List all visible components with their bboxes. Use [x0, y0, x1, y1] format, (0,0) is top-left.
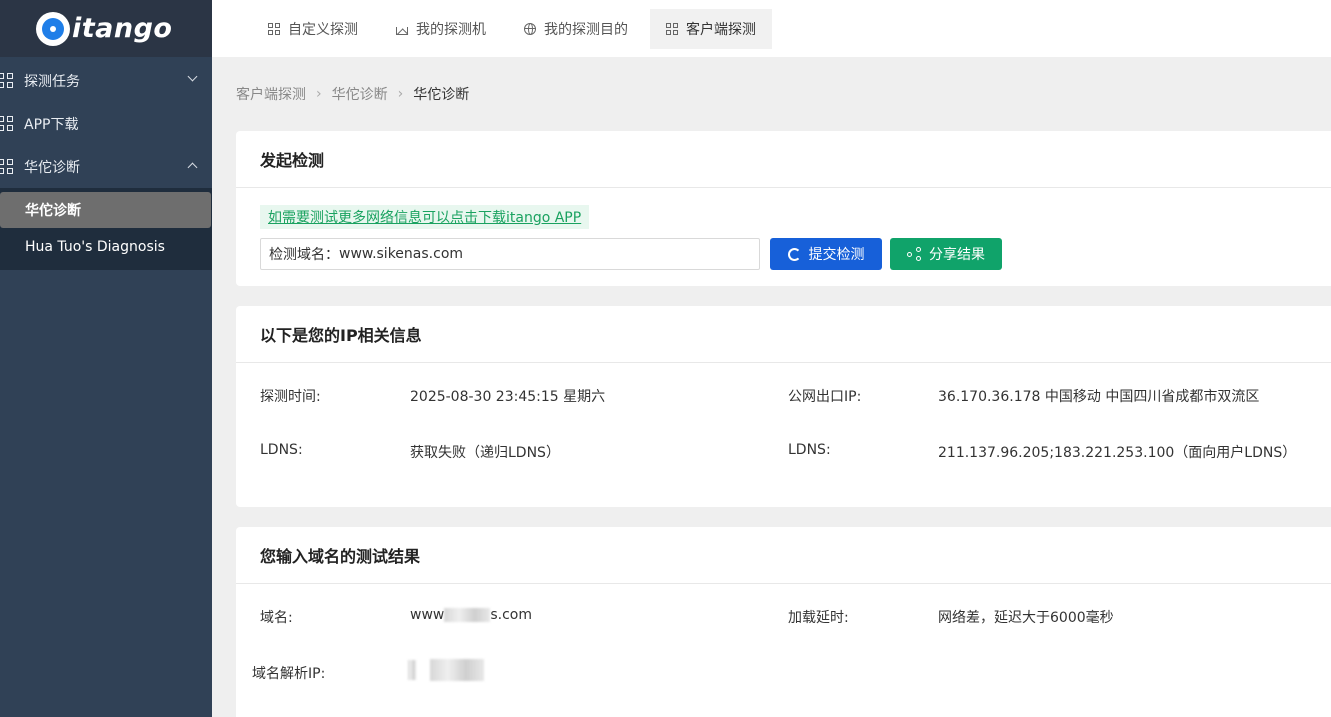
ldns-value: 获取失败（递归LDNS）	[410, 445, 560, 461]
chevron-up-icon	[187, 162, 198, 173]
submit-detect-button[interactable]: 提交检测	[770, 238, 882, 270]
ldns-user-value: 211.137.96.205;183.221.253.100（面向用户LDNS）	[938, 445, 1297, 461]
chevron-down-icon	[187, 71, 198, 82]
redacted-block	[444, 608, 491, 622]
share-result-button[interactable]: 分享结果	[890, 238, 1002, 270]
grid-icon	[0, 115, 14, 132]
tab-my-probes[interactable]: 我的探测机	[380, 9, 502, 49]
ldns-label: LDNS:	[260, 442, 303, 458]
share-icon	[907, 247, 921, 261]
sidebar: itango 探测任务 APP下载 华佗诊断 华佗诊断 Hua Tuo's Di…	[0, 0, 212, 717]
card-title: 您输入域名的测试结果	[236, 527, 1331, 584]
menu-item-label: APP下载	[24, 116, 79, 133]
tab-my-targets[interactable]: 我的探测目的	[508, 9, 644, 49]
load-delay-label: 加载延时:	[788, 610, 849, 626]
breadcrumb-current: 华佗诊断	[413, 87, 470, 103]
grid-icon	[666, 22, 678, 35]
load-delay-value: 网络差，延迟大于6000毫秒	[938, 610, 1114, 626]
breadcrumb: 客户端探测 › 华佗诊断 › 华佗诊断	[236, 84, 469, 104]
grid-icon	[0, 72, 14, 89]
domain-input[interactable]: 检测域名： www.sikenas.com	[260, 238, 760, 270]
download-app-link[interactable]: 如需要测试更多网络信息可以点击下载itango APP	[260, 205, 590, 229]
probe-time-value: 2025-08-30 23:45:15 星期六	[410, 389, 606, 405]
menu-item-label: 华佗诊断	[24, 159, 80, 176]
domain-prefix: www	[410, 607, 445, 623]
globe-icon	[524, 22, 536, 35]
public-ip-label: 公网出口IP:	[788, 389, 862, 405]
tab-label: 我的探测机	[416, 21, 486, 38]
redacted-block	[408, 660, 416, 680]
submenu-item-huatuo-diagnosis-en[interactable]: Hua Tuo's Diagnosis	[0, 228, 212, 266]
menu-item-label: 探测任务	[24, 73, 80, 90]
breadcrumb-item[interactable]: 客户端探测	[236, 84, 306, 104]
logo: itango	[0, 0, 212, 57]
tab-label: 客户端探测	[686, 21, 756, 38]
probe-time-label: 探测时间:	[260, 389, 321, 405]
logo-text: itango	[72, 13, 173, 44]
domain-input-value: www.sikenas.com	[339, 246, 464, 262]
domain-suffix: s.com	[490, 607, 533, 623]
public-ip-value: 36.170.36.178 中国移动 中国四川省成都市双流区	[938, 389, 1260, 405]
detect-card: 发起检测 如需要测试更多网络信息可以点击下载itango APP 检测域名： w…	[236, 131, 1331, 286]
menu-item-app-download[interactable]: APP下载	[0, 102, 212, 145]
ldns-user-label: LDNS:	[788, 442, 831, 458]
logo-icon	[36, 11, 70, 46]
loading-icon	[787, 247, 801, 261]
chevron-right-icon: ›	[316, 86, 322, 102]
submenu-item-huatuo-diagnosis[interactable]: 华佗诊断	[0, 192, 211, 228]
card-title: 以下是您的IP相关信息	[236, 306, 1331, 363]
domain-label: 域名:	[260, 610, 293, 626]
home-icon	[396, 26, 408, 35]
breadcrumb-item[interactable]: 华佗诊断	[332, 84, 388, 104]
menu-item-huatuo[interactable]: 华佗诊断	[0, 145, 212, 188]
result-card: 您输入域名的测试结果 域名: www s.com 加载延时: 网络差，延迟大于60…	[236, 527, 1331, 717]
tab-custom-probe[interactable]: 自定义探测	[252, 9, 374, 49]
tab-label: 自定义探测	[288, 21, 358, 38]
resolve-ip-label: 域名解析IP:	[252, 666, 326, 682]
domain-input-label: 检测域名：	[269, 247, 339, 263]
grid-icon	[0, 158, 14, 175]
chevron-right-icon: ›	[397, 86, 404, 102]
ip-info-card: 以下是您的IP相关信息 探测时间: 2025-08-30 23:45:15 星期…	[236, 306, 1331, 507]
tab-client-probe[interactable]: 客户端探测	[650, 8, 772, 49]
menu-item-probe-tasks[interactable]: 探测任务	[0, 59, 212, 102]
redacted-block	[430, 659, 485, 681]
tab-label: 我的探测目的	[544, 21, 628, 38]
submit-label: 提交检测	[808, 247, 865, 263]
domain-value: www s.com	[410, 607, 532, 623]
submenu: 华佗诊断 Hua Tuo's Diagnosis	[0, 188, 212, 270]
grid-icon	[268, 22, 280, 35]
share-label: 分享结果	[929, 247, 985, 263]
card-title: 发起检测	[236, 131, 1331, 188]
top-nav: 自定义探测 我的探测机 我的探测目的 客户端探测	[212, 0, 1331, 57]
resolve-ip-value	[408, 659, 485, 681]
